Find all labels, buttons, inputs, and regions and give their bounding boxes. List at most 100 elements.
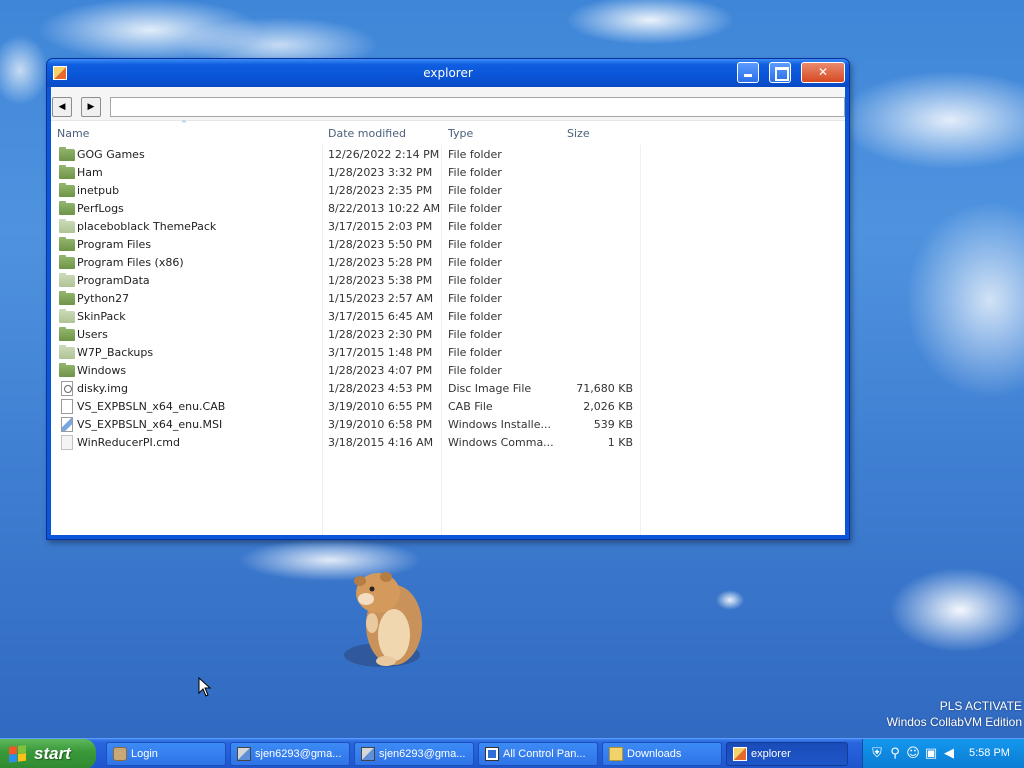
file-type: CAB File	[448, 400, 493, 413]
file-name: inetpub	[77, 184, 120, 197]
forward-button[interactable]: ▶	[81, 97, 101, 117]
file-type: File folder	[448, 310, 502, 323]
file-size: 539 KB	[593, 418, 633, 431]
file-row[interactable]: Program Files 1/28/2023 5:50 PM File folde…	[51, 236, 845, 254]
folder-icon	[59, 255, 75, 269]
file-type: File folder	[448, 328, 502, 341]
start-button[interactable]: start	[0, 739, 96, 768]
file-list[interactable]: Name ^ Date modified Type Size GOG Games…	[51, 120, 845, 535]
file-type: File folder	[448, 220, 502, 233]
file-date-modified: 1/28/2023 3:32 PM	[328, 166, 433, 179]
file-date-modified: 1/28/2023 2:30 PM	[328, 328, 433, 341]
file-row[interactable]: Windows 1/28/2023 4:07 PM File folder	[51, 362, 845, 380]
file-row[interactable]: VS_EXPBSLN_x64_enu.MSI 3/19/2010 6:58 PM W…	[51, 416, 845, 434]
file-type: File folder	[448, 256, 502, 269]
file-type: Windows Comma...	[448, 436, 554, 449]
file-icon	[61, 399, 73, 414]
back-button[interactable]: ◀	[52, 97, 72, 117]
folder-icon	[59, 165, 75, 179]
explorer-icon	[733, 747, 747, 761]
close-button[interactable]: ✕	[801, 62, 845, 83]
cmd-file-icon	[61, 435, 73, 450]
file-date-modified: 1/28/2023 4:53 PM	[328, 382, 433, 395]
file-row[interactable]: Program Files (x86) 1/28/2023 5:28 PM File…	[51, 254, 845, 272]
column-header-name[interactable]: Name	[57, 127, 89, 140]
column-header-date-modified[interactable]: Date modified	[328, 127, 406, 140]
taskbar-item-explorer[interactable]: explorer	[726, 742, 848, 766]
file-row[interactable]: SkinPack 3/17/2015 6:45 AM File folder	[51, 308, 845, 326]
watermark-line-2: Windos CollabVM Edition	[886, 715, 1022, 729]
taskbar-item-control-panel[interactable]: All Control Pan...	[478, 742, 598, 766]
file-row[interactable]: inetpub 1/28/2023 2:35 PM File folder	[51, 182, 845, 200]
search-icon[interactable]: ⚲	[887, 746, 903, 762]
file-date-modified: 3/18/2015 4:16 AM	[328, 436, 434, 449]
folder-light-icon	[59, 273, 75, 287]
login-icon	[113, 747, 127, 761]
file-type: File folder	[448, 274, 502, 287]
title-bar[interactable]: explorer ✕	[47, 59, 849, 87]
folder-icon	[59, 147, 75, 161]
taskbar-item-remote-1[interactable]: sjen6293@gma...	[230, 742, 350, 766]
folder-icon	[59, 237, 75, 251]
file-date-modified: 1/15/2023 2:57 AM	[328, 292, 434, 305]
hamster-desktop-image	[344, 572, 422, 667]
user-icon[interactable]: ☺	[905, 746, 921, 762]
file-name: Ham	[77, 166, 103, 179]
windows-logo-icon	[9, 745, 26, 763]
minimize-button[interactable]	[737, 62, 759, 83]
taskbar-item-downloads[interactable]: Downloads	[602, 742, 722, 766]
disk-image-icon	[61, 381, 73, 396]
folder-icon	[59, 183, 75, 197]
file-row[interactable]: WinReducerPI.cmd 3/18/2015 4:16 AM Windows…	[51, 434, 845, 452]
file-row[interactable]: ProgramData 1/28/2023 5:38 PM File folder	[51, 272, 845, 290]
column-header-size[interactable]: Size	[567, 127, 590, 140]
file-row[interactable]: W7P_Backups 3/17/2015 1:48 PM File folder	[51, 344, 845, 362]
file-row[interactable]: VS_EXPBSLN_x64_enu.CAB 3/19/2010 6:55 PM C…	[51, 398, 845, 416]
file-date-modified: 3/17/2015 1:48 PM	[328, 346, 433, 359]
file-row[interactable]: PerfLogs 8/22/2013 10:22 AM File folder	[51, 200, 845, 218]
start-label: start	[34, 744, 71, 763]
folder-icon	[59, 363, 75, 377]
address-bar-input[interactable]	[110, 97, 845, 117]
file-row[interactable]: GOG Games 12/26/2022 2:14 PM File folder	[51, 146, 845, 164]
network-icon[interactable]: ▣	[923, 746, 939, 762]
maximize-button[interactable]	[769, 62, 791, 83]
file-name: Users	[77, 328, 108, 341]
file-name: W7P_Backups	[77, 346, 154, 359]
file-name: Windows	[77, 364, 127, 377]
file-type: File folder	[448, 346, 502, 359]
taskbar-item-label: Login	[131, 748, 158, 760]
clock[interactable]: 5:58 PM	[969, 747, 1010, 759]
file-date-modified: 3/17/2015 2:03 PM	[328, 220, 433, 233]
file-name: Program Files	[77, 238, 152, 251]
file-type: File folder	[448, 166, 502, 179]
folder-icon	[609, 747, 623, 761]
window-title: explorer	[423, 66, 473, 80]
remote-desktop-icon	[237, 747, 251, 761]
file-date-modified: 1/28/2023 4:07 PM	[328, 364, 433, 377]
activation-watermark: PLS ACTIVATE Windos CollabVM Edition	[887, 698, 1022, 730]
file-size: 2,026 KB	[583, 400, 633, 413]
file-row[interactable]: placeboblack ThemePack 3/17/2015 2:03 PM F…	[51, 218, 845, 236]
taskbar-item-remote-2[interactable]: sjen6293@gma...	[354, 742, 474, 766]
file-size: 71,680 KB	[576, 382, 633, 395]
folder-light-icon	[59, 309, 75, 323]
file-row[interactable]: Python27 1/15/2023 2:57 AM File folder	[51, 290, 845, 308]
installer-icon	[61, 417, 73, 432]
navigation-bar: ◀ ▶	[51, 87, 845, 121]
explorer-window[interactable]: explorer ✕ ◀ ▶ Name ^ Date modified Type…	[46, 58, 850, 540]
system-tray: ⛨ ⚲ ☺ ▣ ◀ 5:58 PM	[862, 739, 1024, 768]
folder-icon	[59, 201, 75, 215]
security-shield-icon[interactable]: ⛨	[869, 746, 885, 762]
sort-ascending-icon: ^	[181, 120, 187, 128]
file-row[interactable]: Ham 1/28/2023 3:32 PM File folder	[51, 164, 845, 182]
file-type: Disc Image File	[448, 382, 532, 395]
volume-icon[interactable]: ◀	[941, 746, 957, 762]
file-date-modified: 3/17/2015 6:45 AM	[328, 310, 434, 323]
file-row[interactable]: disky.img 1/28/2023 4:53 PM Disc Image Fil…	[51, 380, 845, 398]
mouse-pointer-icon	[198, 677, 212, 697]
taskbar-item-login[interactable]: Login	[106, 742, 226, 766]
file-row[interactable]: Users 1/28/2023 2:30 PM File folder	[51, 326, 845, 344]
column-header-type[interactable]: Type	[448, 127, 473, 140]
remote-desktop-icon	[361, 747, 375, 761]
